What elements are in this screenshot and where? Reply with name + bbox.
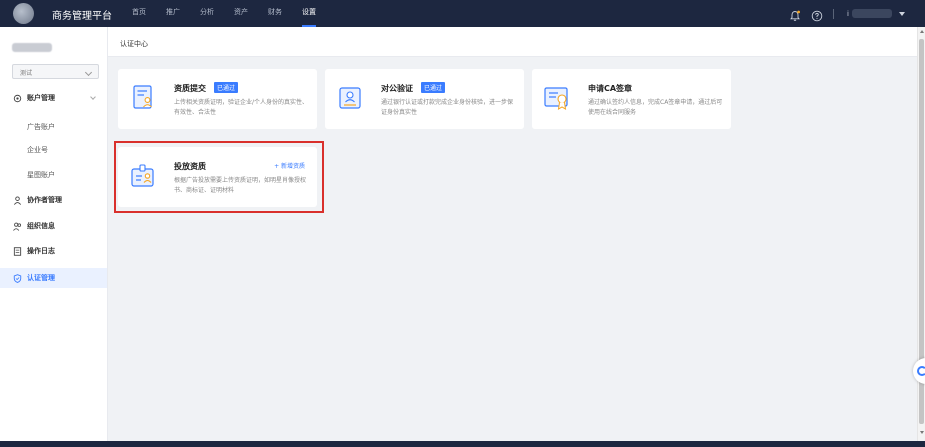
card-description: 上传相关资质证明，验证企业/个人身份的真实性、有效性、合法性 [174,99,309,116]
account-select[interactable]: 测试 [12,64,99,79]
sidebar-item-log[interactable]: 操作日志 [0,241,107,261]
sidebar-item-label: 组织信息 [27,222,55,230]
chevron-down-icon [84,68,93,77]
sidebar-item-enterprise[interactable]: 企业号 [27,145,48,155]
gear-icon [12,93,22,103]
card-description: 通过确认签约人信息，完成CA签章申请，通过后可使用在线合同服务 [588,99,723,116]
status-badge: 已通过 [421,82,446,93]
app-title: 商务管理平台 [52,11,112,22]
scroll-up-arrow-icon[interactable] [920,30,924,33]
user-name: i [847,9,849,18]
logo-avatar [13,3,34,24]
sidebar-item-xingtu-account[interactable]: 星图账户 [27,170,55,180]
card-title: 资质提交 [174,84,206,93]
sidebar-item-label: 账户管理 [27,94,55,102]
id-card-icon [336,84,364,112]
nav-analysis[interactable]: 分析 [200,0,214,27]
help-icon[interactable] [811,7,823,22]
sidebar-item-account[interactable]: 账户管理 [0,88,107,108]
card-qualification-submit[interactable]: 资质提交 已通过 上传相关资质证明，验证企业/个人身份的真实性、有效性、合法性 [118,69,317,129]
document-icon [12,246,22,256]
account-select-value: 测试 [20,70,33,77]
status-badge: 已通过 [214,82,239,93]
content-area: 资质提交 已通过 上传相关资质证明，验证企业/个人身份的真实性、有效性、合法性 … [108,57,917,441]
caret-down-icon [898,11,905,16]
sidebar-item-org[interactable]: 组织信息 [0,216,107,236]
card-ca-seal[interactable]: 申请CA签章 通过确认签约人信息，完成CA签章申请，通过后可使用在线合同服务 [532,69,731,129]
users-icon [12,221,22,231]
card-description: 通过银行认证或打款完成企业身份核验，进一步保证身份真实性 [381,99,514,116]
card-corporate-verify[interactable]: 对公验证 已通过 通过银行认证或打款完成企业身份核验，进一步保证身份真实性 [325,69,524,129]
top-bar: 商务管理平台 首页 推广 分析 资产 财务 设置 i [0,0,925,27]
top-divider [833,9,834,19]
sidebar-item-collaborator[interactable]: 协作者管理 [0,190,107,210]
sidebar-item-ad-account[interactable]: 广告账户 [27,122,55,132]
scroll-down-arrow-icon[interactable] [920,431,924,434]
refresh-icon [917,366,925,376]
sidebar: 测试 账户管理 广告账户 企业号 星图账户 协作者管理 组织信息 操作日志 认证… [0,27,108,441]
document-user-icon [129,84,157,112]
card-title: 申请CA签章 [588,84,633,93]
chevron-down-icon [90,94,96,100]
user-icon [12,195,22,205]
card-title: 对公验证 [381,84,413,93]
sidebar-item-label: 协作者管理 [27,196,62,204]
sidebar-item-cert[interactable]: 认证管理 [0,268,107,288]
nav-assets[interactable]: 资产 [234,0,248,27]
highlight-box [114,141,324,213]
breadcrumb-bar: 认证中心 [108,27,917,57]
nav-settings[interactable]: 设置 [302,0,316,27]
bottom-bar [0,441,925,447]
account-name-redacted [12,43,52,52]
user-menu[interactable]: i [847,7,905,20]
certificate-icon [543,84,571,112]
shield-icon [12,273,22,283]
user-name-redacted [851,9,892,18]
top-nav: 首页 推广 分析 资产 财务 设置 [132,0,336,27]
bell-icon[interactable] [789,7,801,21]
nav-promotion[interactable]: 推广 [166,0,180,27]
nav-finance[interactable]: 财务 [268,0,282,27]
sidebar-item-label: 操作日志 [27,247,55,255]
breadcrumb: 认证中心 [120,40,148,48]
sidebar-item-label: 认证管理 [27,274,55,282]
nav-home[interactable]: 首页 [132,0,146,27]
